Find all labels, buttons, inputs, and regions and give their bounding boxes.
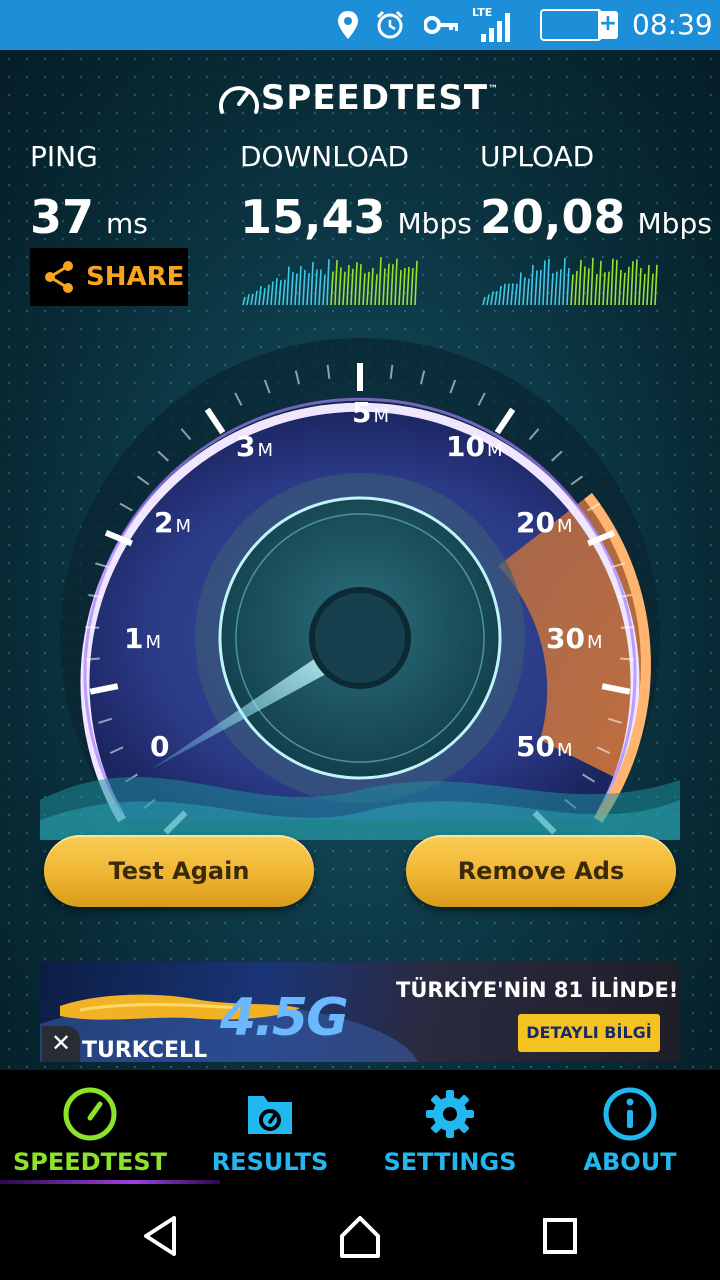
status-bar: LTE %93 + 08:39 — [0, 0, 720, 50]
info-icon — [603, 1087, 657, 1141]
tab-results-label: RESULTS — [211, 1148, 329, 1176]
ad-close-icon[interactable]: ✕ — [42, 1026, 80, 1062]
location-icon — [338, 11, 358, 39]
speed-gauge: 0 1M 2M 3M 5M 10 M 20 M 30 M 50 M — [40, 320, 680, 938]
ping-unit: ms — [106, 207, 148, 240]
gauge-label-5m: 5M — [352, 396, 390, 429]
gauge-label-2m: 2M — [154, 506, 192, 539]
app-logo-text: SPEEDTEST — [260, 78, 489, 118]
gauge-label-30m: 30 M — [546, 622, 603, 655]
home-icon[interactable] — [330, 1208, 390, 1264]
upload-value: 20,08 Mbps — [480, 190, 712, 244]
ad-cta-button[interactable]: DETAYLI BİLGİ — [518, 1014, 660, 1052]
test-again-button[interactable]: Test Again — [44, 835, 314, 907]
ping-number: 37 — [30, 190, 95, 244]
signal-icon — [481, 13, 510, 42]
remove-ads-button[interactable]: Remove Ads — [406, 835, 676, 907]
ad-banner[interactable]: 4.5G TÜRKİYE'NİN 81 İLİNDE! DETAYLI BİLG… — [40, 962, 680, 1062]
upload-number: 20,08 — [480, 190, 626, 244]
battery-percentage: %93 — [547, 12, 595, 36]
system-navigation-bar — [0, 1190, 720, 1280]
clock: 08:39 — [632, 8, 713, 41]
download-number: 15,43 — [240, 190, 386, 244]
gauge-label-3m: 3M — [236, 430, 274, 463]
share-icon — [45, 261, 73, 293]
tab-speedtest[interactable]: SPEEDTEST — [0, 1070, 220, 1190]
gauge-hub — [309, 587, 411, 689]
results-folder-icon — [248, 1096, 292, 1134]
download-label: DOWNLOAD — [240, 140, 410, 173]
ad-brand: TURKCELL — [82, 1038, 208, 1062]
ping-label: PING — [30, 140, 98, 173]
share-button[interactable]: SHARE — [30, 248, 188, 306]
gear-icon — [426, 1090, 474, 1138]
upload-unit: Mbps — [637, 207, 712, 240]
download-value: 15,43 Mbps — [240, 190, 472, 244]
gauge-label-10m: 10 M — [446, 430, 503, 463]
speedometer-icon — [63, 1087, 117, 1141]
back-icon[interactable] — [130, 1208, 190, 1264]
vpn-key-icon — [424, 16, 458, 34]
upload-label: UPLOAD — [480, 140, 595, 173]
gauge-label-0: 0 — [150, 730, 170, 763]
bottom-tab-bar: SPEEDTEST RESULTS SETTINGS ABOUT — [0, 1070, 720, 1190]
gauge-label-1m: 1M — [124, 622, 162, 655]
tab-speedtest-label: SPEEDTEST — [12, 1148, 167, 1176]
recents-icon[interactable] — [530, 1208, 590, 1264]
share-label: SHARE — [86, 262, 185, 292]
charging-icon: + — [598, 11, 618, 39]
download-unit: Mbps — [397, 207, 472, 240]
trademark: ™ — [488, 84, 500, 95]
tab-about-label: ABOUT — [583, 1148, 677, 1176]
gauge-label-20m: 20 M — [516, 506, 573, 539]
ping-value: 37 ms — [30, 190, 148, 244]
tab-about[interactable]: ABOUT — [540, 1070, 720, 1190]
speedtest-main: SPEEDTEST™ PING 37 ms DOWNLOAD 15,43 Mbps … — [0, 50, 720, 1070]
tab-results[interactable]: RESULTS — [180, 1070, 360, 1190]
app-logo: SPEEDTEST™ — [0, 78, 720, 118]
tab-settings-label: SETTINGS — [383, 1148, 517, 1176]
ad-4-5g-text: 4.5G — [220, 988, 349, 1048]
battery-icon: %93 — [540, 9, 602, 41]
ad-headline: TÜRKİYE'NİN 81 İLİNDE! — [396, 978, 679, 1002]
tab-settings[interactable]: SETTINGS — [360, 1070, 540, 1190]
alarm-icon — [376, 10, 404, 39]
download-waveform — [242, 257, 418, 305]
gauge-label-50m: 50 M — [516, 730, 573, 763]
upload-waveform — [482, 257, 658, 305]
